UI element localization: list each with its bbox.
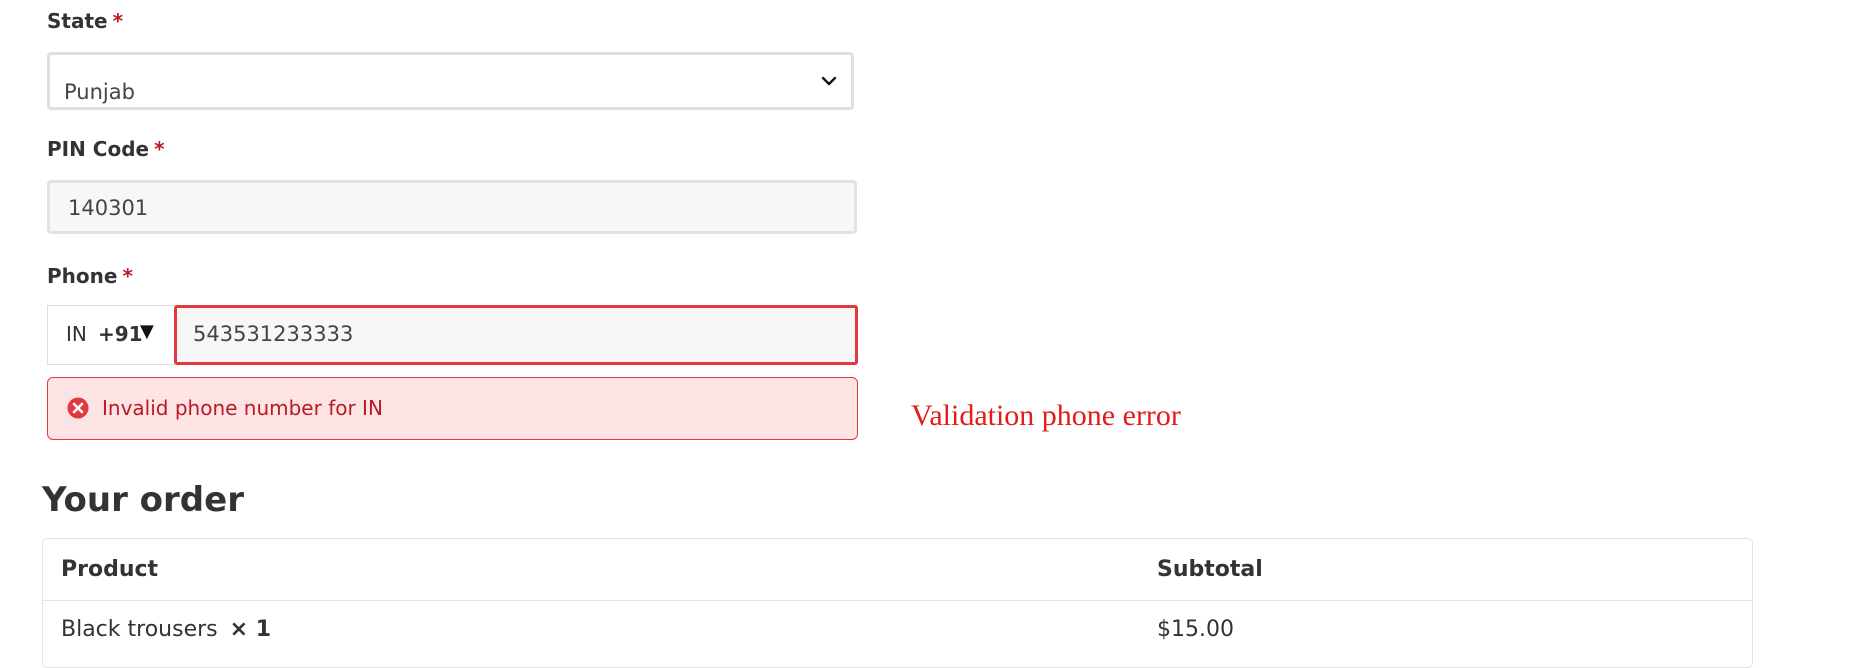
required-mark: * (154, 137, 165, 161)
pin-code-input[interactable]: 140301 (47, 180, 857, 234)
phone-error-message: Invalid phone number for IN (47, 377, 858, 440)
error-text: Invalid phone number for IN (102, 396, 383, 420)
product-quantity: × 1 (229, 617, 272, 642)
pin-code-value: 140301 (68, 196, 149, 220)
state-select[interactable]: Punjab (47, 52, 854, 110)
order-heading: Your order (42, 480, 244, 520)
column-header-subtotal: Subtotal (1157, 557, 1263, 582)
phone-label: Phone * (47, 264, 133, 288)
chevron-down-icon (821, 76, 837, 86)
state-label: State * (47, 9, 123, 33)
validation-annotation: Validation phone error (911, 399, 1181, 432)
state-selected-value: Punjab (64, 80, 135, 104)
table-row: Black trousers × 1 (61, 617, 271, 642)
dropdown-arrow-icon: ▼ (140, 321, 154, 342)
pin-code-label-text: PIN Code (47, 137, 150, 161)
required-mark: * (112, 9, 124, 33)
required-mark: * (122, 264, 133, 288)
product-subtotal: $15.00 (1157, 617, 1234, 642)
error-icon (67, 397, 89, 419)
pin-code-label: PIN Code * (47, 137, 165, 161)
phone-value: 543531233333 (193, 322, 354, 346)
row-divider (43, 600, 1752, 601)
phone-label-text: Phone (47, 264, 118, 288)
country-code: IN (66, 322, 87, 346)
product-name: Black trousers (61, 617, 218, 642)
country-code-selector[interactable]: IN +91 ▼ (47, 305, 175, 365)
dial-code: +91 (98, 322, 143, 346)
state-label-text: State (47, 9, 108, 33)
phone-input[interactable]: 543531233333 (174, 305, 858, 365)
column-header-product: Product (61, 557, 159, 582)
